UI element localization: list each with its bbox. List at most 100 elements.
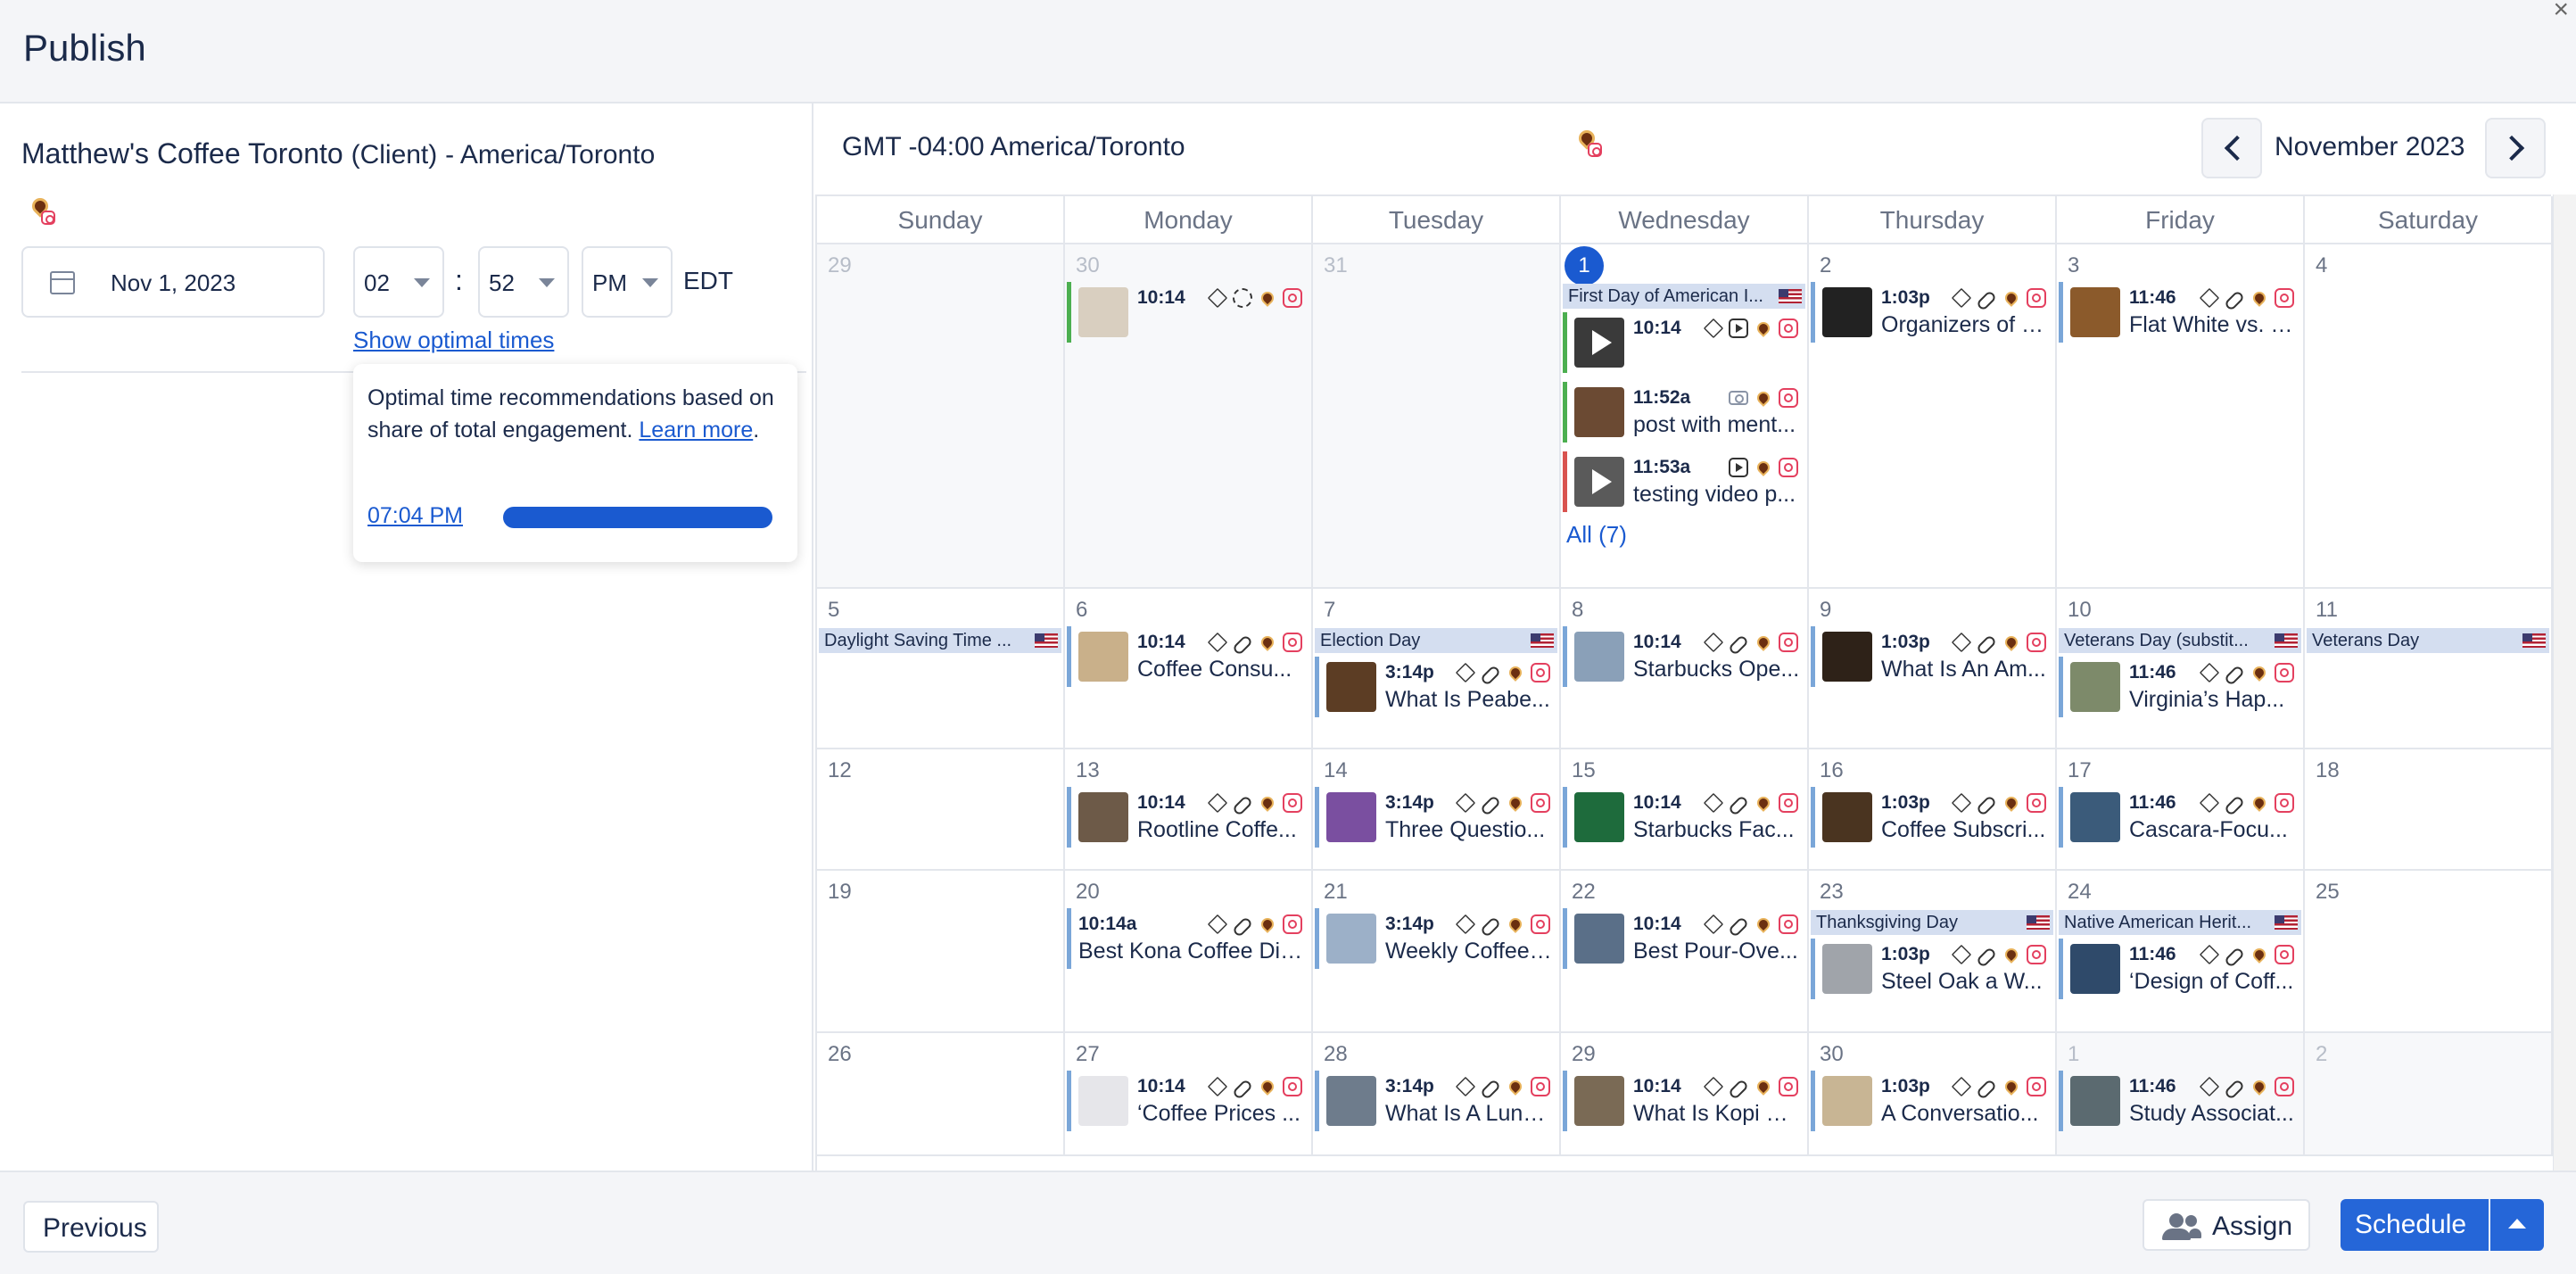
prev-month-button[interactable]: [2201, 118, 2262, 178]
scheduled-post[interactable]: 11:46 Virginia’s Hap...: [2059, 657, 2299, 717]
holiday-banner[interactable]: Daylight Saving Time ...: [819, 628, 1061, 653]
calendar-day-cell[interactable]: 8 10:14 Starbucks Ope...: [1561, 589, 1809, 749]
client-role: (Client): [351, 140, 438, 170]
scheduled-post[interactable]: 3:14p Weekly Coffee ...: [1315, 908, 1556, 969]
scheduled-post[interactable]: 10:14 Coffee Consu...: [1067, 626, 1308, 687]
instagram-icon: [1531, 663, 1550, 682]
previous-button[interactable]: Previous: [23, 1201, 159, 1253]
hour-select[interactable]: 02: [353, 246, 444, 318]
next-month-button[interactable]: [2485, 118, 2546, 178]
calendar-day-cell[interactable]: 15 10:14 Starbucks Fac...: [1561, 749, 1809, 871]
optimal-time-link[interactable]: 07:04 PM: [367, 503, 463, 529]
calendar-day-cell[interactable]: 3 11:46 Flat White vs. L...: [2057, 244, 2305, 589]
scheduled-post[interactable]: 3:14p What Is A Lung...: [1315, 1071, 1556, 1131]
scheduled-post[interactable]: 10:14a Best Kona Coffee Dir...: [1067, 908, 1308, 969]
scheduled-post[interactable]: 10:14: [1067, 282, 1308, 343]
scheduled-post[interactable]: 11:46 ‘Design of Coff...: [2059, 939, 2299, 999]
minute-select[interactable]: 52: [478, 246, 569, 318]
calendar-day-cell[interactable]: 16 1:03p Coffee Subscri...: [1809, 749, 2057, 871]
scheduled-post[interactable]: 10:14 ‘Coffee Prices ...: [1067, 1071, 1308, 1131]
layers-icon: [1455, 1076, 1476, 1097]
ampm-select[interactable]: PM: [582, 246, 673, 318]
holiday-banner[interactable]: Election Day: [1315, 628, 1557, 653]
calendar-day-cell[interactable]: 14 3:14p Three Questio...: [1313, 749, 1561, 871]
calendar-day-cell[interactable]: 20 10:14a Best Kona Coffee Dir...: [1065, 871, 1313, 1033]
calendar-day-cell[interactable]: 6 10:14 Coffee Consu...: [1065, 589, 1313, 749]
calendar-day-cell[interactable]: 12: [817, 749, 1065, 871]
link-icon: [1231, 915, 1254, 938]
calendar-day-cell[interactable]: 11 Veterans Day: [2305, 589, 2553, 749]
calendar-day-cell[interactable]: 24 Native American Herit... 11:46 ‘Design o…: [2057, 871, 2305, 1033]
scheduled-post[interactable]: 11:52a post with ment...: [1563, 382, 1804, 443]
scheduled-post[interactable]: 1:03p What Is An Am...: [1811, 626, 2052, 687]
assign-button[interactable]: Assign: [2143, 1199, 2310, 1251]
holiday-banner[interactable]: Thanksgiving Day: [1811, 910, 2053, 935]
layers-icon: [1951, 1076, 1972, 1097]
calendar-day-cell[interactable]: 27 10:14 ‘Coffee Prices ...: [1065, 1033, 1313, 1156]
link-icon: [1479, 915, 1502, 938]
scheduled-post[interactable]: 1:03p Coffee Subscri...: [1811, 787, 2052, 848]
calendar-day-cell[interactable]: 28 3:14p What Is A Lung...: [1313, 1033, 1561, 1156]
schedule-button[interactable]: Schedule: [2341, 1199, 2489, 1251]
scheduled-post[interactable]: 1:03p A Conversatio...: [1811, 1071, 2052, 1131]
calendar-day-cell[interactable]: 4: [2305, 244, 2553, 589]
post-time: 10:14: [1137, 1076, 1185, 1096]
scheduled-post[interactable]: 10:14 Starbucks Ope...: [1563, 626, 1804, 687]
layers-icon: [1703, 632, 1724, 653]
scheduled-post[interactable]: 11:46 Study Associat...: [2059, 1071, 2299, 1131]
holiday-banner[interactable]: First Day of American I...: [1563, 284, 1805, 309]
calendar-day-cell[interactable]: 5 Daylight Saving Time ...: [817, 589, 1065, 749]
profile-avatar-icon[interactable]: [29, 194, 59, 228]
holiday-banner[interactable]: Native American Herit...: [2059, 910, 2301, 935]
calendar-day-cell[interactable]: 29: [817, 244, 1065, 589]
scheduled-post[interactable]: 11:53a testing video p...: [1563, 451, 1804, 512]
calendar-day-cell[interactable]: 30 10:14: [1065, 244, 1313, 589]
day-number: 7: [1324, 598, 1336, 622]
calendar-day-cell[interactable]: 18: [2305, 749, 2553, 871]
calendar-day-cell[interactable]: 1 11:46 Study Associat...: [2057, 1033, 2305, 1156]
scheduled-post[interactable]: 10:14 What Is Kopi Lu...: [1563, 1071, 1804, 1131]
calendar-day-cell[interactable]: 23 Thanksgiving Day 1:03p Steel Oak a W...: [1809, 871, 2057, 1033]
calendar-day-cell[interactable]: 2: [2305, 1033, 2553, 1156]
profile-avatar-icon[interactable]: [1575, 127, 1606, 161]
calendar-day-cell[interactable]: 19: [817, 871, 1065, 1033]
calendar-day-cell[interactable]: 1 First Day of American I... 10:14 11:52a po…: [1561, 244, 1809, 589]
calendar-day-cell[interactable]: 26: [817, 1033, 1065, 1156]
show-all-posts-link[interactable]: All (7): [1566, 521, 1627, 549]
calendar-day-cell[interactable]: 17 11:46 Cascara-Focu...: [2057, 749, 2305, 871]
calendar-day-cell[interactable]: 13 10:14 Rootline Coffe...: [1065, 749, 1313, 871]
scheduled-post[interactable]: 3:14p What Is Peabe...: [1315, 657, 1556, 717]
post-thumbnail: [1326, 662, 1376, 712]
scrollbar-thumb[interactable]: [2559, 198, 2572, 1126]
holiday-banner[interactable]: Veterans Day (substit...: [2059, 628, 2301, 653]
calendar-day-cell[interactable]: 9 1:03p What Is An Am...: [1809, 589, 2057, 749]
layers-icon: [1703, 1076, 1724, 1097]
optimal-text: Optimal time recommendations based on sh…: [367, 382, 787, 446]
calendar-day-cell[interactable]: 2 1:03p Organizers of S...: [1809, 244, 2057, 589]
scheduled-post[interactable]: 1:03p Organizers of S...: [1811, 282, 2052, 343]
scheduled-post[interactable]: 10:14 Starbucks Fac...: [1563, 787, 1804, 848]
scheduled-post[interactable]: 3:14p Three Questio...: [1315, 787, 1556, 848]
calendar-day-cell[interactable]: 25: [2305, 871, 2553, 1033]
calendar-day-cell[interactable]: 10 Veterans Day (substit... 11:46 Virginia’…: [2057, 589, 2305, 749]
scheduled-post[interactable]: 10:14: [1563, 312, 1804, 373]
scheduled-post[interactable]: 10:14 Rootline Coffe...: [1067, 787, 1308, 848]
scheduled-post[interactable]: 11:46 Flat White vs. L...: [2059, 282, 2299, 343]
calendar-scrollbar[interactable]: [2553, 194, 2576, 1171]
calendar-day-cell[interactable]: 30 1:03p A Conversatio...: [1809, 1033, 2057, 1156]
scheduled-post[interactable]: 1:03p Steel Oak a W...: [1811, 939, 2052, 999]
scheduled-post[interactable]: 10:14 Best Pour-Ove...: [1563, 908, 1804, 969]
post-status-icons: [2199, 662, 2294, 686]
learn-more-link[interactable]: Learn more: [639, 418, 753, 443]
calendar-day-cell[interactable]: 31: [1313, 244, 1561, 589]
scheduled-post[interactable]: 11:46 Cascara-Focu...: [2059, 787, 2299, 848]
holiday-banner[interactable]: Veterans Day: [2307, 628, 2549, 653]
calendar-day-cell[interactable]: 29 10:14 What Is Kopi Lu...: [1561, 1033, 1809, 1156]
calendar-day-cell[interactable]: 7 Election Day 3:14p What Is Peabe...: [1313, 589, 1561, 749]
date-picker[interactable]: Nov 1, 2023: [21, 246, 325, 318]
close-icon[interactable]: ×: [2553, 0, 2569, 25]
calendar-day-cell[interactable]: 21 3:14p Weekly Coffee ...: [1313, 871, 1561, 1033]
show-optimal-times-link[interactable]: Show optimal times: [353, 327, 554, 354]
calendar-day-cell[interactable]: 22 10:14 Best Pour-Ove...: [1561, 871, 1809, 1033]
schedule-options-button[interactable]: [2490, 1199, 2544, 1251]
